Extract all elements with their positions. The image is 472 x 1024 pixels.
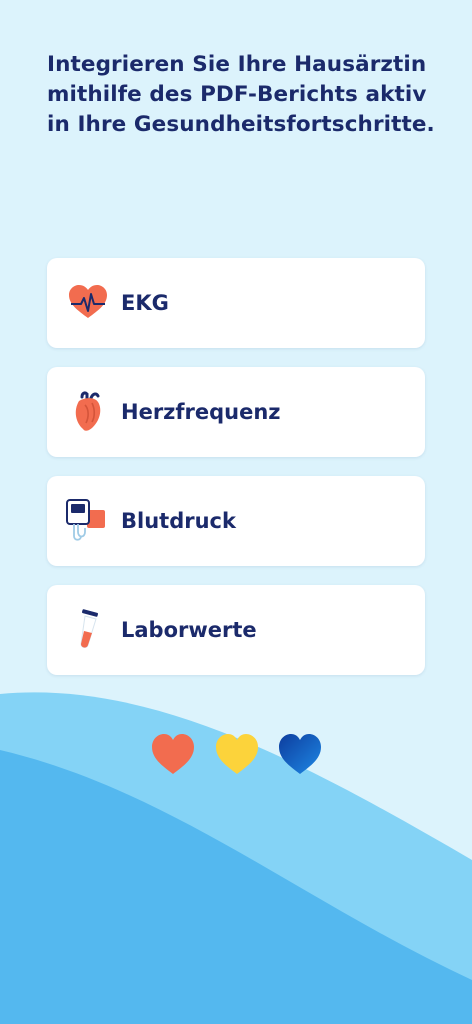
heart-icon-orange [152,734,194,774]
card-laborwerte[interactable]: Laborwerte [47,585,425,675]
card-ekg[interactable]: EKG [47,258,425,348]
test-tube-icon [80,609,99,648]
card-label-ekg: EKG [121,291,169,315]
card-label-blutdruck: Blutdruck [121,509,236,533]
ecg-heart-icon [69,285,107,318]
card-label-herzfrequenz: Herzfrequenz [121,400,281,424]
page-headline: Integrieren Sie Ihre Hausärztin mithilfe… [47,52,435,137]
anatomical-heart-icon [75,391,101,431]
blood-pressure-monitor-icon [66,499,105,541]
card-blutdruck[interactable]: Blutdruck [47,476,425,566]
heart-icon-yellow [216,734,258,774]
card-herzfrequenz[interactable]: Herzfrequenz [47,367,425,457]
card-label-laborwerte: Laborwerte [121,618,257,642]
heart-icon-blue [279,734,321,774]
hearts-decoration [150,732,325,780]
